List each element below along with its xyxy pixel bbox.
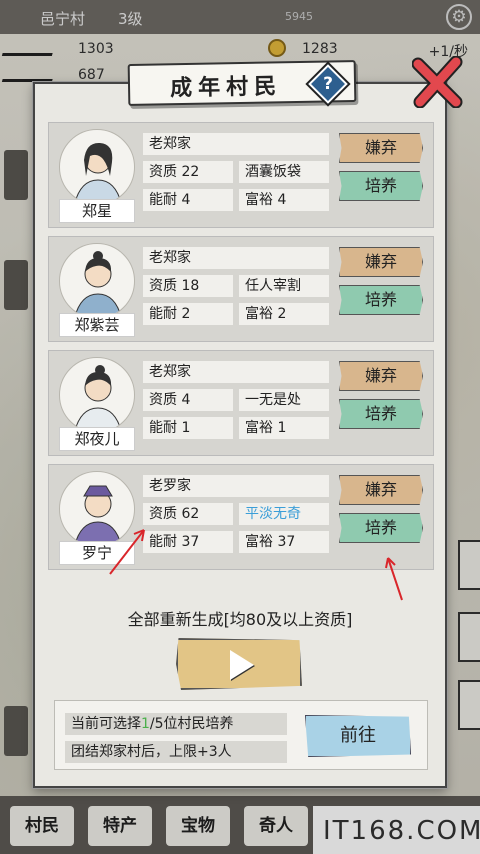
villager-ability: 能耐 2 — [143, 303, 233, 325]
slots-count: 1 — [141, 716, 150, 732]
villager-wealth: 富裕 1 — [239, 417, 329, 439]
villager-trait: 任人宰割 — [239, 275, 329, 297]
villager-ability: 能耐 4 — [143, 189, 233, 211]
villager-avatar — [59, 243, 135, 319]
villager-family: 老郑家 — [143, 247, 329, 269]
villager-wealth: 富裕 4 — [239, 189, 329, 211]
abandon-button[interactable]: 嫌弃 — [339, 361, 423, 391]
villager-name: 郑夜儿 — [59, 427, 135, 451]
villager-family: 老郑家 — [143, 133, 329, 155]
villager-wealth: 富裕 2 — [239, 303, 329, 325]
villager-card: 郑紫芸 老郑家 资质 18 任人宰割 能耐 2 富裕 2 嫌弃 培养 — [48, 236, 434, 342]
unite-bonus-text: 团结郑家村后，上限+3人 — [65, 741, 287, 763]
help-icon-label: ? — [323, 74, 333, 94]
villager-ability: 能耐 37 — [143, 531, 233, 553]
train-button[interactable]: 培养 — [339, 285, 423, 315]
dialog-title: 成年村民 — [169, 74, 283, 102]
training-info-box: 当前可选择1/5位村民培养 团结郑家村后，上限+3人 前往 — [54, 700, 428, 770]
villager-avatar — [59, 129, 135, 205]
villager-aptitude: 资质 18 — [143, 275, 233, 297]
villager-aptitude: 资质 22 — [143, 161, 233, 183]
play-icon — [230, 650, 254, 680]
annotation-arrow-right — [385, 557, 403, 601]
train-button[interactable]: 培养 — [339, 399, 423, 429]
abandon-button[interactable]: 嫌弃 — [339, 133, 423, 163]
go-button[interactable]: 前往 — [305, 715, 411, 757]
villager-name: 郑星 — [59, 199, 135, 223]
villager-trait: 酒囊饭袋 — [239, 161, 329, 183]
villager-aptitude: 资质 4 — [143, 389, 233, 411]
villager-trait: 一无是处 — [239, 389, 329, 411]
villager-name: 郑紫芸 — [59, 313, 135, 337]
villager-ability: 能耐 1 — [143, 417, 233, 439]
villager-family: 老罗家 — [143, 475, 329, 497]
villager-avatar — [59, 357, 135, 433]
villager-card: 郑夜儿 老郑家 资质 4 一无是处 能耐 1 富裕 1 嫌弃 培养 — [48, 350, 434, 456]
villager-trait: 平淡无奇 — [239, 503, 329, 525]
abandon-button[interactable]: 嫌弃 — [339, 475, 423, 505]
train-button[interactable]: 培养 — [339, 171, 423, 201]
train-button[interactable]: 培养 — [339, 513, 423, 543]
regenerate-play-button[interactable] — [176, 638, 302, 690]
regenerate-all-label: 全部重新生成[均80及以上资质] — [127, 610, 353, 629]
annotation-arrow-left — [109, 529, 145, 575]
close-icon[interactable] — [412, 56, 464, 108]
slots-suffix: /5位村民培养 — [149, 716, 234, 732]
villager-card: 郑星 老郑家 资质 22 酒囊饭袋 能耐 4 富裕 4 嫌弃 培养 — [48, 122, 434, 228]
slots-prefix: 当前可选择 — [71, 716, 141, 732]
villager-wealth: 富裕 37 — [239, 531, 329, 553]
villager-aptitude: 资质 62 — [143, 503, 233, 525]
abandon-button[interactable]: 嫌弃 — [339, 247, 423, 277]
training-slots-text: 当前可选择1/5位村民培养 — [65, 713, 287, 735]
villager-family: 老郑家 — [143, 361, 329, 383]
